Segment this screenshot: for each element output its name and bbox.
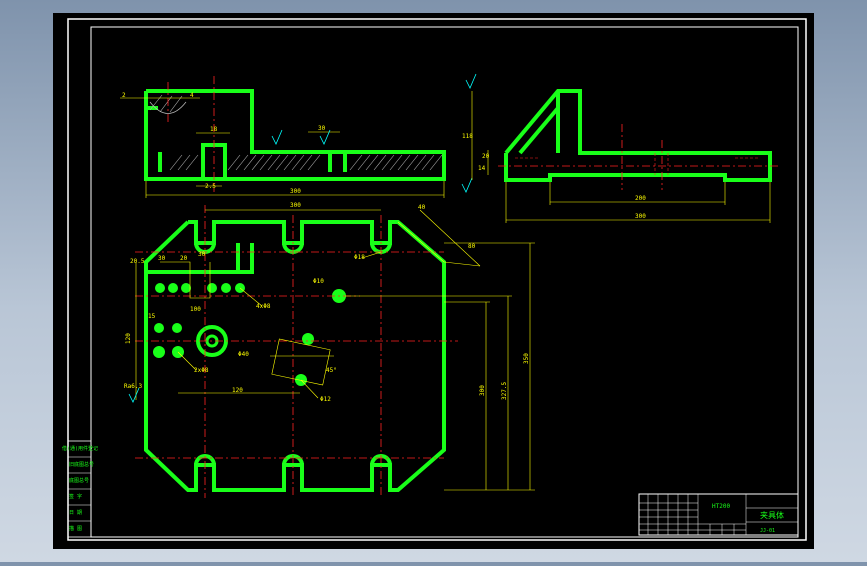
plan-dim-bore: Φ40 xyxy=(238,351,249,358)
plan-dim-offset: 40 xyxy=(418,204,426,211)
left-table-row-4: 签 字 xyxy=(69,493,82,500)
plan-dim-mid: 15 xyxy=(148,313,156,320)
plan-hole-5 xyxy=(221,283,231,293)
left-table-row-6: 描 图 xyxy=(69,525,82,532)
plan-dim-top-span: 300 xyxy=(290,202,301,209)
left-table-row-2: 旧底图总号 xyxy=(69,461,94,468)
title-block-code: JJ-01 xyxy=(760,528,775,534)
plan-dim-row-c: 30 xyxy=(198,251,206,258)
plan-dim-center-h: 120 xyxy=(232,387,243,394)
plan-hole-8 xyxy=(172,323,182,333)
cad-viewport: 300 2 4 18 2.5 30 118 20 14 300 200 300 … xyxy=(0,0,867,562)
title-block-material: HT200 xyxy=(712,503,730,510)
plan-dim-height-c: 350 xyxy=(523,353,530,364)
title-block-title: 夹具体 xyxy=(760,510,784,520)
front-dim-slot: 18 xyxy=(210,126,218,133)
front-dim-width: 300 xyxy=(290,188,301,195)
plan-dim-hole-c: Φ12 xyxy=(320,396,331,403)
plan-dim-center-w: 100 xyxy=(190,306,201,313)
front-dim-height: 30 xyxy=(318,125,326,132)
front-dim-left: 2 xyxy=(122,92,126,99)
plan-dim-row-b: 20 xyxy=(180,255,188,262)
plan-hole-7 xyxy=(154,323,164,333)
plan-dim-bottom-h: 120 xyxy=(125,333,132,344)
side-dim-inner: 200 xyxy=(635,195,646,202)
side-dim-height: 118 xyxy=(462,133,473,140)
plan-dim-row-a: 30 xyxy=(158,255,166,262)
plan-hole-9 xyxy=(153,346,165,358)
plan-dim-slot: Φ18 xyxy=(354,254,365,261)
left-table-row-1: 借(通)用件登记 xyxy=(62,445,98,452)
front-dim-right: 4 xyxy=(190,92,194,99)
plan-dim-hole-a: 4xΦ8 xyxy=(256,303,271,310)
plan-hole-4 xyxy=(207,283,217,293)
left-table-row-5: 日 期 xyxy=(69,510,82,516)
plan-hole-3 xyxy=(181,283,191,293)
side-dim-offset: 20 xyxy=(482,153,490,160)
plan-dim-angle: 45° xyxy=(326,367,337,374)
plan-dim-left-top: 20.5 xyxy=(130,258,145,265)
plan-dim-right: 80 xyxy=(468,243,476,250)
plan-dim-height-b: 327.5 xyxy=(501,382,508,400)
plan-dim-height-a: 300 xyxy=(479,385,486,396)
plan-hole-12 xyxy=(302,333,314,345)
side-dim-step: 14 xyxy=(478,165,486,172)
front-dim-step: 2.5 xyxy=(205,183,216,190)
plan-dim-hole-b: Φ10 xyxy=(313,278,324,285)
plan-hole-2 xyxy=(168,283,178,293)
left-table-row-3: 底图总号 xyxy=(69,477,89,484)
plan-hole-1 xyxy=(155,283,165,293)
side-dim-bottom: 300 xyxy=(635,213,646,220)
plan-dim-small: 2xΦ8 xyxy=(194,367,209,374)
cad-drawing: 300 2 4 18 2.5 30 118 20 14 300 200 300 … xyxy=(53,13,814,549)
plan-dim-left-note: Ra6.3 xyxy=(124,383,142,390)
